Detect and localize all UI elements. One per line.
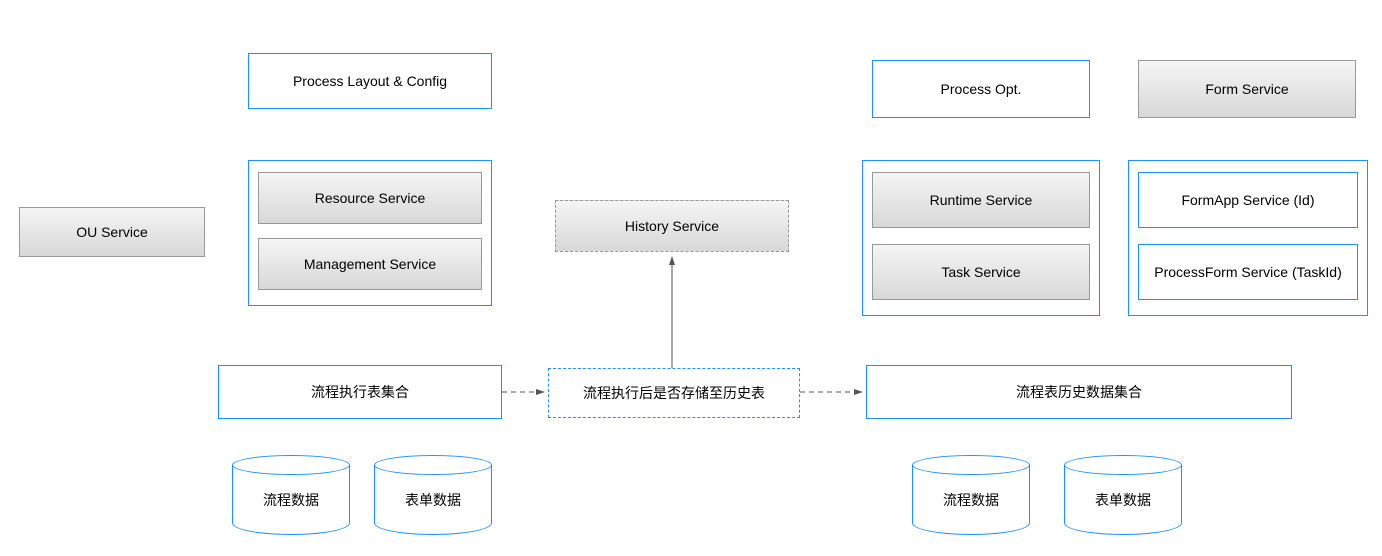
- flow-history-collection-box: 流程表历史数据集合: [866, 365, 1292, 419]
- resource-service-box: Resource Service: [258, 172, 482, 224]
- task-service-label: Task Service: [941, 264, 1020, 280]
- task-service-box: Task Service: [872, 244, 1090, 300]
- flow-history-collection-label: 流程表历史数据集合: [1016, 382, 1142, 402]
- process-layout-config-label: Process Layout & Config: [293, 73, 447, 89]
- ou-service-box: OU Service: [19, 207, 205, 257]
- runtime-service-label: Runtime Service: [930, 192, 1033, 208]
- cylinder-right-flow-label: 流程数据: [943, 490, 999, 510]
- cylinder-left-form: 表单数据: [374, 455, 492, 535]
- cylinder-right-form: 表单数据: [1064, 455, 1182, 535]
- cylinder-left-flow-label: 流程数据: [263, 490, 319, 510]
- flow-exec-collection-label: 流程执行表集合: [311, 382, 409, 402]
- process-layout-config-box: Process Layout & Config: [248, 53, 492, 109]
- processform-service-box: ProcessForm Service (TaskId): [1138, 244, 1358, 300]
- ou-service-label: OU Service: [76, 224, 148, 240]
- history-service-label: History Service: [625, 218, 719, 234]
- process-opt-box: Process Opt.: [872, 60, 1090, 118]
- cylinder-left-flow: 流程数据: [232, 455, 350, 535]
- cylinder-left-form-label: 表单数据: [405, 490, 461, 510]
- runtime-service-box: Runtime Service: [872, 172, 1090, 228]
- management-service-box: Management Service: [258, 238, 482, 290]
- process-opt-label: Process Opt.: [941, 81, 1022, 97]
- flow-exec-decision-label: 流程执行后是否存储至历史表: [583, 383, 765, 403]
- flow-exec-collection-box: 流程执行表集合: [218, 365, 502, 419]
- processform-service-label: ProcessForm Service (TaskId): [1154, 263, 1341, 281]
- form-service-box: Form Service: [1138, 60, 1356, 118]
- form-service-label: Form Service: [1205, 81, 1288, 97]
- formapp-service-box: FormApp Service (Id): [1138, 172, 1358, 228]
- history-service-box: History Service: [555, 200, 789, 252]
- cylinder-right-form-label: 表单数据: [1095, 490, 1151, 510]
- resource-service-label: Resource Service: [315, 190, 426, 206]
- cylinder-right-flow: 流程数据: [912, 455, 1030, 535]
- management-service-label: Management Service: [304, 256, 436, 272]
- formapp-service-label: FormApp Service (Id): [1181, 192, 1314, 208]
- flow-exec-decision-box: 流程执行后是否存储至历史表: [548, 368, 800, 418]
